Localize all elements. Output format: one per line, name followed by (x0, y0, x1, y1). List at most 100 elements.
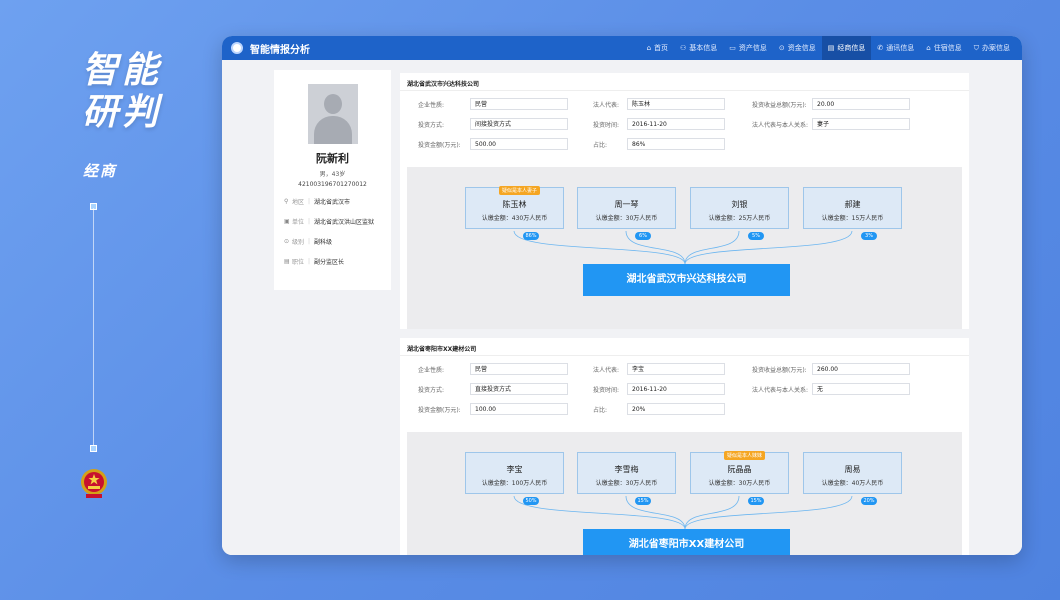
nav-item-4[interactable]: ▤ 经商信息 (821, 36, 872, 60)
field-relation-label-1: 法人代表与本人关系: (752, 386, 809, 394)
shareholder-box-1-1[interactable]: 李雪梅 认缴金额：30万人民币 (577, 452, 676, 494)
main-nav: ⌂ 首页 ⚇ 基本信息 ▭ 资产信息 ⊙ 资金信息 ▤ 经商信息 ✆ 通讯信息 ⌂ 住宿信息 ⛉ 办案信息 (641, 36, 1016, 60)
profile-name: 阮新利 (316, 152, 349, 165)
field-total-value-1: 260.00 (812, 363, 910, 375)
field-time-0: 投资时间: 2016-11-20 (593, 118, 725, 130)
shareholder-box-0-3[interactable]: 郝建 认缴金额：15万人民币 (803, 187, 902, 229)
nav-label-3: 资金信息 (787, 44, 816, 52)
nav-label-2: 资产信息 (738, 44, 767, 52)
company-node-1[interactable]: 湖北省枣阳市XX建材公司 (583, 529, 790, 555)
company-card-1: 湖北省枣阳市XX建材公司 企业性质: 民营 法人代表: 李宝 投资收益总额(万元): 260… (400, 338, 969, 555)
field-nature-label-1: 企业性质: (418, 366, 445, 374)
ownership-graph-1: 李宝 认缴金额：100万人民币 50% 李雪梅 认缴金额：30万人民币 15% 疑似是本人妹… (407, 432, 962, 555)
profile-row-value-2: 副科级 (314, 239, 333, 246)
profile-row-label-0: 地区 (292, 199, 305, 206)
profile-row-sep-3: | (308, 258, 311, 265)
field-method-value-1: 直接投资方式 (470, 383, 568, 395)
field-method-label-1: 投资方式: (418, 386, 445, 394)
shareholder-box-1-0[interactable]: 李宝 认缴金额：100万人民币 (465, 452, 564, 494)
field-legal-value-1: 李宝 (627, 363, 725, 375)
avatar (307, 84, 358, 144)
field-ratio-1: 占比: 20% (593, 403, 725, 415)
shareholder-pct-0-2: 5% (748, 232, 764, 240)
nav-item-3[interactable]: ⊙ 资金信息 (773, 36, 822, 60)
shareholder-box-1-3[interactable]: 周易 认缴金额：40万人民币 (803, 452, 902, 494)
field-method-1: 投资方式: 直接投资方式 (418, 383, 568, 395)
nav-icon-2: ▭ (729, 44, 736, 52)
shareholder-name-0-1: 周一琴 (614, 200, 639, 209)
profile-row-icon-3: ▤ (284, 258, 290, 265)
field-amount-value-1: 100.00 (470, 403, 568, 415)
field-amount-label-1: 投资金额(万元): (418, 406, 461, 414)
shareholder-box-0-0[interactable]: 疑似是本人妻子 陈玉林 认缴金额：430万人民币 (465, 186, 564, 229)
field-time-label-1: 投资时间: (593, 386, 620, 394)
field-legal-0: 法人代表: 陈玉林 (593, 98, 725, 110)
app-title: 智能情报分析 (250, 44, 310, 56)
field-total-value-0: 20.00 (812, 98, 910, 110)
profile-row-icon-0: ⚲ (284, 198, 289, 205)
profile-meta: 男，43岁 (319, 171, 346, 178)
shareholder-box-0-1[interactable]: 周一琴 认缴金额：30万人民币 (577, 187, 676, 229)
profile-row-0: ⚲ 地区 | 湖北省武汉市 (284, 197, 381, 206)
field-total-label-0: 投资收益总额(万元): (752, 101, 807, 109)
nav-icon-5: ✆ (877, 44, 884, 52)
profile-row-label-3: 职位 (292, 259, 305, 266)
shareholder-pct-1-0: 50% (523, 497, 539, 505)
field-relation-0: 法人代表与本人关系: 妻子 (752, 118, 910, 130)
nav-item-5[interactable]: ✆ 通讯信息 (871, 36, 920, 60)
nav-item-2[interactable]: ▭ 资产信息 (723, 36, 773, 60)
nav-label-6: 住宿信息 (933, 44, 962, 52)
nav-label-4: 经商信息 (837, 44, 866, 52)
shareholder-capital-1-1: 认缴金额：30万人民币 (595, 480, 658, 487)
nav-item-0[interactable]: ⌂ 首页 (641, 36, 674, 60)
shareholder-capital-1-0: 认缴金额：100万人民币 (481, 480, 548, 487)
company-form-1: 企业性质: 民营 法人代表: 李宝 投资收益总额(万元): 260.00 投资方式: 直接投资… (400, 356, 969, 428)
nav-item-1[interactable]: ⚇ 基本信息 (674, 36, 723, 60)
nav-item-7[interactable]: ⛉ 办案信息 (968, 36, 1016, 60)
company-card-title-0: 湖北省武汉市兴达科技公司 (400, 73, 969, 91)
field-total-0: 投资收益总额(万元): 20.00 (752, 98, 910, 110)
field-amount-value-0: 500.00 (470, 138, 568, 150)
field-amount-label-0: 投资金额(万元): (418, 141, 461, 149)
nav-label-0: 首页 (654, 44, 669, 52)
connector-1-3 (684, 495, 853, 530)
profile-row-sep-0: | (308, 198, 311, 205)
company-form-0: 企业性质: 民营 法人代表: 陈玉林 投资收益总额(万元): 20.00 投资方式: 间接投资… (400, 91, 969, 163)
hero-subtitle: 经商 (83, 162, 118, 180)
field-nature-label-0: 企业性质: (418, 101, 445, 109)
field-ratio-label-0: 占比: (593, 141, 608, 149)
shareholder-tag-1-2: 疑似是本人妹妹 (724, 451, 766, 460)
nav-icon-3: ⊙ (778, 44, 785, 52)
profile-row-3: ▤ 职位 | 副分监区长 (284, 257, 381, 266)
field-method-label-0: 投资方式: (418, 121, 445, 129)
field-relation-label-0: 法人代表与本人关系: (752, 121, 809, 129)
field-legal-label-0: 法人代表: (593, 101, 620, 109)
shareholder-box-1-2[interactable]: 疑似是本人妹妹 阮晶晶 认缴金额：30万人民币 (690, 451, 789, 494)
hero-title-line2: 研判 (82, 92, 163, 133)
field-legal-label-1: 法人代表: (593, 366, 620, 374)
shareholder-pct-0-0: 86% (523, 232, 539, 240)
field-nature-value-1: 民营 (470, 363, 568, 375)
timeline-dot-bottom (90, 445, 97, 452)
shareholder-tag-0-0: 疑似是本人妻子 (499, 186, 541, 195)
shareholder-name-0-0: 陈玉林 (502, 200, 527, 209)
profile-id-number: 421003196701270012 (298, 181, 367, 188)
profile-row-icon-1: ▣ (284, 218, 290, 225)
connector-1-0 (513, 495, 686, 530)
nav-icon-7: ⛉ (973, 43, 979, 52)
hero-title: 智能 研判 (82, 50, 162, 134)
field-total-label-1: 投资收益总额(万元): (752, 366, 807, 374)
field-legal-1: 法人代表: 李宝 (593, 363, 725, 375)
shareholder-box-0-2[interactable]: 刘银 认缴金额：25万人民币 (690, 187, 789, 229)
shareholder-name-0-3: 郝建 (844, 200, 861, 209)
field-total-1: 投资收益总额(万元): 260.00 (752, 363, 910, 375)
shareholder-name-1-3: 周易 (844, 465, 861, 474)
nav-item-6[interactable]: ⌂ 住宿信息 (920, 36, 967, 60)
company-card-0: 湖北省武汉市兴达科技公司 企业性质: 民营 法人代表: 陈玉林 投资收益总额(万元): 20… (400, 73, 969, 329)
nav-icon-1: ⚇ (680, 44, 687, 52)
field-ratio-value-1: 20% (627, 403, 725, 415)
nav-label-7: 办案信息 (982, 44, 1010, 52)
company-node-0[interactable]: 湖北省武汉市兴达科技公司 (583, 264, 790, 296)
connector-1-2 (684, 495, 740, 530)
profile-row-sep-2: | (308, 238, 311, 245)
